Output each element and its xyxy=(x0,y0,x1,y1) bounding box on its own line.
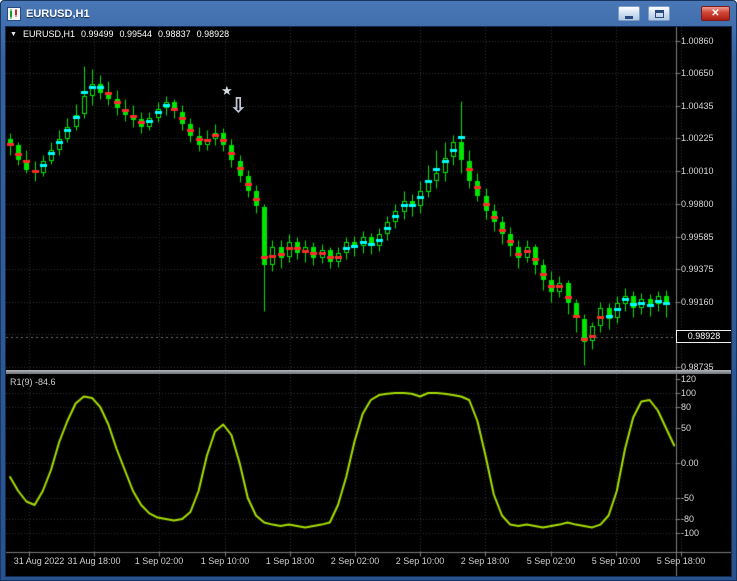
open-value: 0.99499 xyxy=(80,29,114,39)
price-axis-label: 0.99800 xyxy=(681,199,714,209)
close-icon: ✕ xyxy=(711,7,720,19)
indicator-axis-label: 100 xyxy=(681,388,697,398)
panel-splitter[interactable] xyxy=(6,370,731,374)
maximize-icon xyxy=(654,9,664,18)
minimize-icon xyxy=(625,15,633,19)
time-axis-label: 2 Sep 18:00 xyxy=(460,556,510,566)
symbol-ohlc-line: ▼ EURUSD,H1 0.99499 0.99544 0.98837 0.98… xyxy=(10,29,229,39)
time-axis-label: 31 Aug 18:00 xyxy=(67,556,121,566)
indicator-axis-label: -50 xyxy=(681,493,695,503)
mt4-chart-window: EURUSD,H1 ✕ ▼ EURUSD,H1 0.99499 0.99544 … xyxy=(0,0,737,581)
time-axis-label: 1 Sep 02:00 xyxy=(134,556,184,566)
titlebar[interactable]: EURUSD,H1 ✕ xyxy=(5,3,732,24)
time-axis-label: 5 Sep 18:00 xyxy=(656,556,706,566)
symbol-period-label: EURUSD,H1 xyxy=(22,29,75,39)
price-axis-label: 1.00435 xyxy=(681,101,714,111)
price-axis-label: 1.00225 xyxy=(681,133,714,143)
price-axis-label: 0.99585 xyxy=(681,232,714,242)
low-value: 0.98837 xyxy=(158,29,191,39)
indicator-axis-label: 0.00 xyxy=(681,458,699,468)
close-button[interactable]: ✕ xyxy=(701,6,730,21)
price-axis-label: 0.99160 xyxy=(681,297,714,307)
chart-window-icon xyxy=(7,6,21,21)
time-axis-label: 2 Sep 02:00 xyxy=(330,556,380,566)
indicator-axis-label: 120 xyxy=(681,374,697,384)
chart-plot-area[interactable] xyxy=(6,27,731,576)
price-axis-label: 1.00860 xyxy=(681,36,714,46)
high-value: 0.99544 xyxy=(119,29,153,39)
quick-trade-arrow-icon[interactable]: ▼ xyxy=(10,31,17,38)
maximize-button[interactable] xyxy=(648,6,670,21)
time-axis-label: 5 Sep 10:00 xyxy=(591,556,641,566)
price-axis-label: 1.00650 xyxy=(681,68,714,78)
price-axis[interactable]: 1.00860 1.00650 1.00435 1.00225 1.00010 0.998… xyxy=(677,27,731,576)
time-axis-label: 1 Sep 10:00 xyxy=(200,556,250,566)
time-axis[interactable]: 31 Aug 2022 31 Aug 18:00 1 Sep 02:00 1 Sep … xyxy=(6,553,731,576)
time-axis-label: 1 Sep 18:00 xyxy=(265,556,315,566)
time-axis-label: 2 Sep 10:00 xyxy=(395,556,445,566)
current-price-badge: 0.98928 xyxy=(676,330,731,343)
indicator-label: R1(9) -84.6 xyxy=(10,377,56,387)
price-axis-label: 0.99375 xyxy=(681,264,714,274)
indicator-axis-label: -80 xyxy=(681,514,695,524)
price-axis-label: 1.00010 xyxy=(681,166,714,176)
indicator-axis-label: 50 xyxy=(681,423,692,433)
close-value: 0.98928 xyxy=(196,29,230,39)
arrow-down-object-icon[interactable]: ⇩ xyxy=(230,93,247,118)
time-axis-label: 5 Sep 02:00 xyxy=(526,556,576,566)
minimize-button[interactable] xyxy=(618,6,640,21)
window-title: EURUSD,H1 xyxy=(26,7,90,20)
chart-client-area: ▼ EURUSD,H1 0.99499 0.99544 0.98837 0.98… xyxy=(5,26,732,577)
indicator-axis-label: -100 xyxy=(681,528,700,538)
indicator-axis-label: 80 xyxy=(681,402,692,412)
